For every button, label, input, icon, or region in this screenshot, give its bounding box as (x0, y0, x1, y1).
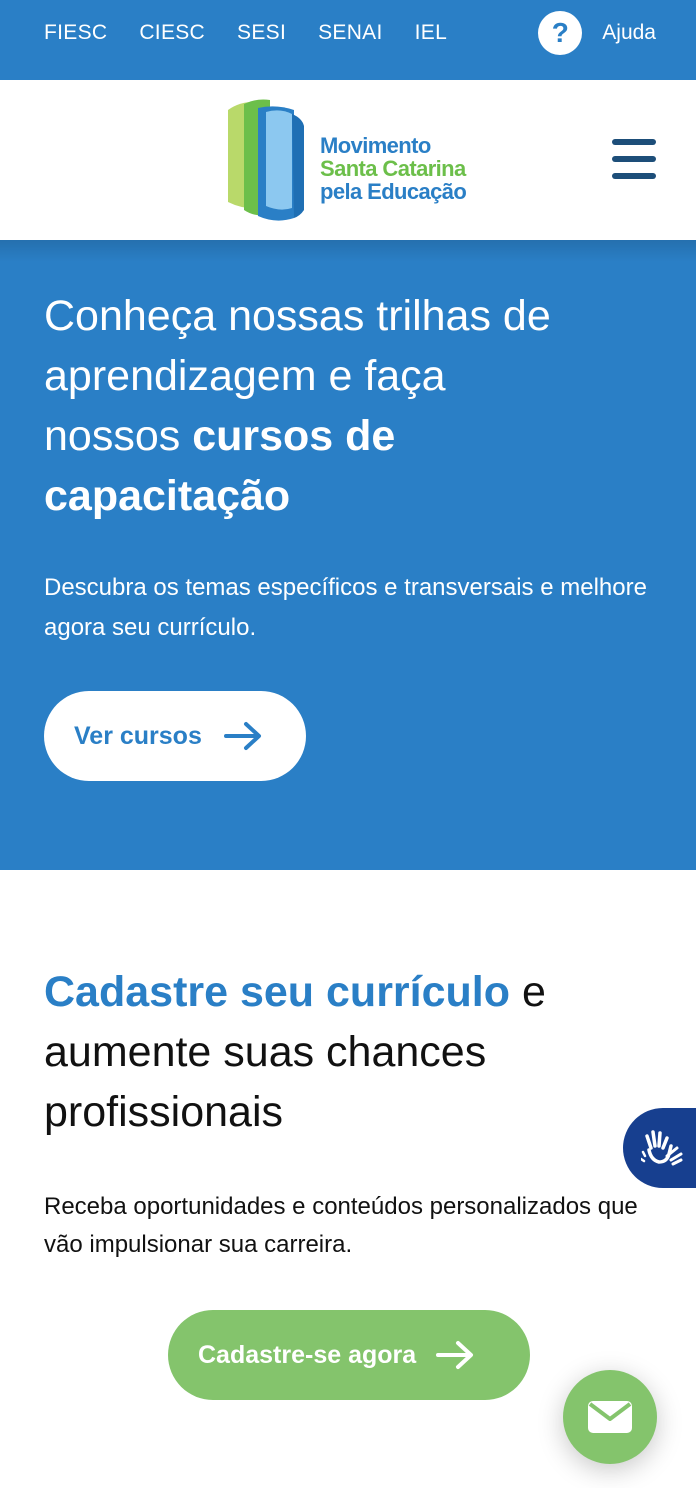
site-header: Movimento Santa Catarina pela Educação (0, 80, 696, 240)
hero-section: Conheça nossas trilhas de aprendizagem e… (0, 240, 696, 870)
hero-title-highlight-1: cursos de (192, 412, 396, 460)
header-shadow (0, 240, 696, 262)
link-senai[interactable]: SENAI (318, 21, 383, 45)
arrow-right-icon (223, 722, 261, 750)
register-title-part-2: aumente suas chances (44, 1028, 487, 1076)
logo-line-1: Movimento (320, 133, 431, 158)
sign-language-hands-icon (640, 1130, 682, 1166)
hero-subtitle: Descubra os temas específicos e transver… (44, 574, 647, 641)
hero-title: Conheça nossas trilhas de aprendizagem e… (44, 286, 664, 526)
logo-mark-icon (228, 99, 304, 221)
register-title-part-3: profissionais (44, 1088, 283, 1136)
register-title: Cadastre seu currículo e aumente suas ch… (44, 962, 664, 1142)
view-courses-label: Ver cursos (74, 721, 202, 750)
arrow-right-icon (436, 1341, 474, 1369)
hamburger-menu-icon[interactable] (610, 135, 658, 183)
register-now-label: Cadastre-se agora (198, 1340, 417, 1369)
link-iel[interactable]: IEL (415, 21, 447, 45)
link-sesi[interactable]: SESI (237, 21, 286, 45)
link-fiesc[interactable]: FIESC (44, 21, 107, 45)
register-title-highlight: Cadastre seu currículo (44, 968, 511, 1016)
help-link[interactable]: ? Ajuda (538, 0, 656, 66)
institution-links: FIESC CIESC SESI SENAI IEL (44, 0, 447, 66)
hero-title-line-1: Conheça nossas trilhas de (44, 292, 551, 340)
site-logo[interactable]: Movimento Santa Catarina pela Educação (222, 98, 492, 226)
logo-line-2: Santa Catarina (320, 156, 466, 181)
view-courses-button[interactable]: Ver cursos (44, 691, 306, 781)
link-ciesc[interactable]: CIESC (139, 21, 205, 45)
logo-line-3: pela Educação (320, 179, 467, 204)
top-bar: FIESC CIESC SESI SENAI IEL ? Ajuda (0, 0, 696, 80)
envelope-icon (588, 1401, 632, 1433)
hero-title-line-3: nossos (44, 412, 193, 460)
hero-title-highlight-2: capacitação (44, 472, 291, 520)
register-now-button[interactable]: Cadastre-se agora (168, 1310, 530, 1400)
register-text: Receba oportunidades e conteúdos persona… (44, 1193, 638, 1258)
register-title-part-1: e (510, 968, 546, 1016)
sign-language-widget[interactable] (623, 1108, 696, 1188)
hero-title-line-2: aprendizagem e faça (44, 352, 446, 400)
contact-button[interactable] (563, 1370, 657, 1464)
logo-text: Movimento Santa Catarina pela Educação (320, 133, 467, 204)
help-label: Ajuda (602, 21, 656, 44)
help-icon: ? (538, 11, 583, 55)
